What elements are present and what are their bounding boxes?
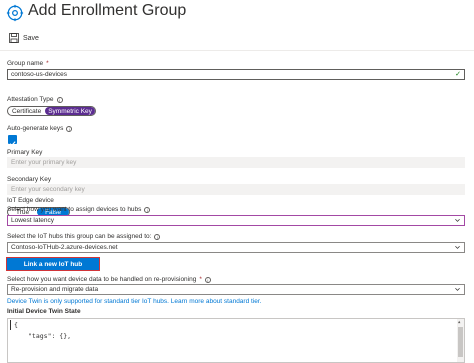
save-icon <box>9 33 19 43</box>
primary-key-input[interactable]: Enter your primary key <box>7 157 465 168</box>
group-name-label: Group name * <box>7 60 49 67</box>
valid-check-icon: ✓ <box>455 71 461 78</box>
secondary-key-label: Secondary Key <box>7 176 51 183</box>
checkmark-icon <box>9 141 16 147</box>
blade-header: Add Enrollment Group <box>0 0 474 26</box>
info-icon[interactable]: i <box>144 206 151 213</box>
primary-key-label-text: Primary Key <box>7 149 43 156</box>
editor-caret <box>10 320 11 330</box>
info-icon[interactable]: i <box>154 233 161 240</box>
assign-devices-select[interactable]: Lowest latency <box>7 215 465 226</box>
group-name-value: contoso-us-devices <box>11 71 67 78</box>
reprovision-label: Select how you want device data to be ha… <box>7 276 211 283</box>
iot-edge-device-label-text: IoT Edge device <box>7 197 54 204</box>
assign-devices-label: Select how you want to assign devices to… <box>7 206 151 213</box>
attestation-option-symmetric-key[interactable]: Symmetric Key <box>45 107 95 115</box>
info-icon[interactable]: i <box>66 125 73 132</box>
info-icon[interactable]: i <box>56 96 63 103</box>
reprovision-value: Re-provision and migrate data <box>11 286 99 293</box>
device-twin-editor[interactable]: { "tags": {}, ▲ <box>7 318 465 363</box>
iot-edge-device-label: IoT Edge device <box>7 197 54 204</box>
attestation-type-label: Attestation Type i <box>7 96 63 103</box>
group-name-input[interactable]: contoso-us-devices ✓ <box>7 69 465 80</box>
device-twin-title: Initial Device Twin State <box>7 308 81 315</box>
gear-icon <box>6 4 24 22</box>
save-label: Save <box>23 34 39 42</box>
secondary-key-input[interactable]: Enter your secondary key <box>7 184 465 195</box>
iot-hubs-value: Contoso-IoTHub-2.azure-devices.net <box>11 244 118 251</box>
secondary-key-placeholder: Enter your secondary key <box>11 186 85 193</box>
link-new-iot-hub-button[interactable]: Link a new IoT hub <box>6 257 100 271</box>
secondary-key-label-text: Secondary Key <box>7 176 52 183</box>
iot-hubs-label-text: Select the IoT hubs this group can be as… <box>7 233 152 240</box>
iot-hubs-select[interactable]: Contoso-IoTHub-2.azure-devices.net <box>7 242 465 253</box>
page-title: Add Enrollment Group <box>28 2 187 19</box>
toolbar-divider <box>0 50 474 51</box>
assign-devices-label-text: Select how you want to assign devices to… <box>7 206 142 213</box>
attestation-type-toggle[interactable]: Certificate Symmetric Key <box>7 106 96 116</box>
attestation-option-certificate[interactable]: Certificate <box>8 107 45 115</box>
attestation-type-label-text: Attestation Type <box>7 96 54 103</box>
auto-generate-keys-label-text: Auto-generate keys <box>7 125 64 132</box>
scroll-up-icon[interactable]: ▲ <box>458 320 460 324</box>
code-line: "tags": {}, <box>28 332 72 340</box>
auto-generate-keys-checkbox[interactable] <box>8 135 17 147</box>
group-name-label-text: Group name <box>7 60 44 67</box>
chevron-down-icon <box>455 287 460 291</box>
auto-generate-keys-label: Auto-generate keys i <box>7 125 73 132</box>
scrollbar-thumb[interactable] <box>458 327 463 357</box>
device-twin-note-link[interactable]: Device Twin is only supported for standa… <box>7 298 261 305</box>
reprovision-select[interactable]: Re-provision and migrate data <box>7 284 465 295</box>
required-asterisk: * <box>199 276 202 283</box>
assign-devices-value: Lowest latency <box>11 217 54 224</box>
save-button[interactable]: Save <box>9 33 39 43</box>
editor-scrollbar[interactable]: ▲ <box>457 319 464 362</box>
iot-hubs-label: Select the IoT hubs this group can be as… <box>7 233 161 240</box>
reprovision-label-text: Select how you want device data to be ha… <box>7 276 197 283</box>
chevron-down-icon <box>455 218 460 222</box>
info-icon[interactable]: i <box>204 276 211 283</box>
primary-key-placeholder: Enter your primary key <box>11 159 77 166</box>
primary-key-label: Primary Key <box>7 149 42 156</box>
chevron-down-icon <box>455 245 460 249</box>
required-asterisk: * <box>46 60 49 67</box>
code-line: { <box>14 321 18 329</box>
